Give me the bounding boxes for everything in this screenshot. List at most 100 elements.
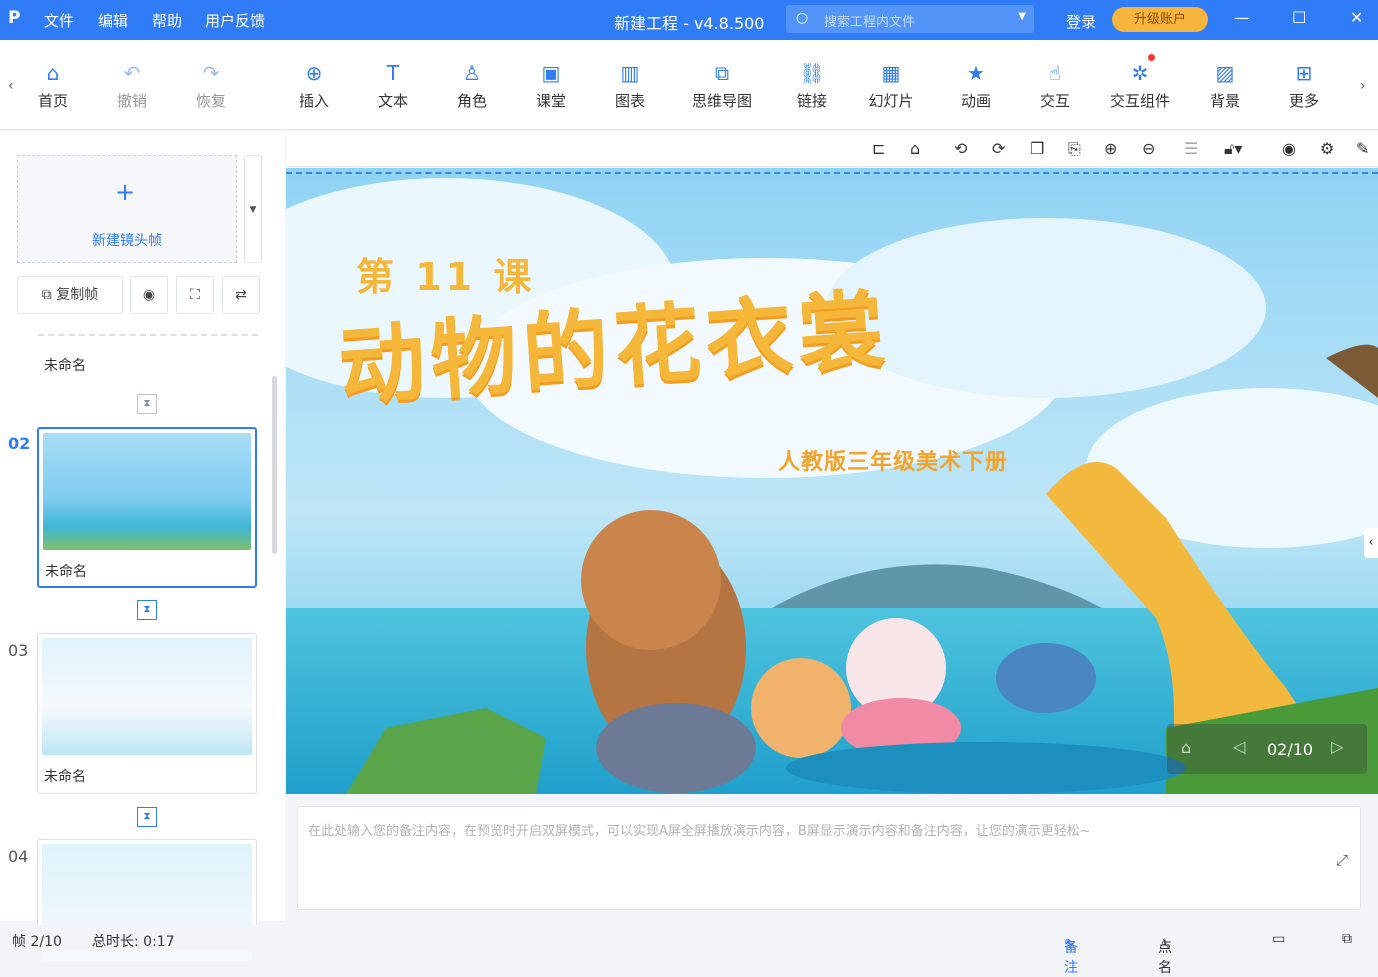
rotate-right-icon[interactable]: ⟳	[992, 139, 1005, 158]
minimize-icon[interactable]: —	[1234, 8, 1250, 27]
notes-placeholder: 在此处输入您的备注内容，在预览时开启双屏模式，可以实现A屏全屏播放演示内容，B屏…	[308, 824, 1091, 839]
frame-counter: 帧 2/10	[12, 934, 62, 950]
frame-thumbnail-4[interactable]	[37, 839, 257, 961]
paste-icon[interactable]: ⎘	[1068, 139, 1081, 159]
panel-scrollbar[interactable]	[272, 376, 277, 554]
home-button[interactable]: ⌂ 首页	[18, 60, 88, 111]
mindmap-button[interactable]: ⧉ 思维导图	[686, 60, 758, 111]
status-bar: 帧 2/10 总时长: 0:17 ✎ 备注 ♙ 点名 ▭ ⧉	[0, 925, 1378, 976]
total-duration: 总时长: 0:17	[92, 934, 175, 950]
menu-file[interactable]: 文件	[44, 10, 74, 31]
thumbnail-image	[42, 638, 252, 755]
swap-frame-button[interactable]: ⇄	[222, 276, 260, 314]
new-frame-button[interactable]: + 新建镜头帧	[17, 155, 237, 263]
prev-slide-icon[interactable]: ◁	[1233, 737, 1245, 756]
frame-name: 未命名	[44, 358, 86, 374]
add-frame-icon: +	[114, 178, 136, 206]
swap-icon: ⇄	[235, 287, 247, 303]
edit-icon[interactable]: ✎	[1356, 139, 1369, 158]
present-icon[interactable]: ▭	[1272, 931, 1285, 947]
window-mode-icon[interactable]: ⧉	[1342, 931, 1352, 947]
menu-help[interactable]: 帮助	[152, 10, 182, 31]
frame-border	[286, 172, 1378, 174]
frame-number: 02	[8, 434, 31, 453]
toolbar-scroll-right-icon[interactable]: ›	[1360, 78, 1366, 94]
menu-edit[interactable]: 编辑	[98, 10, 128, 31]
slide-counter: 02/10	[1267, 740, 1314, 759]
upgrade-button[interactable]: 升级账户	[1112, 7, 1208, 32]
role-button[interactable]: ♙ 角色	[437, 60, 507, 111]
search-box[interactable]: ○ 搜索工程内文件 ▼	[786, 5, 1034, 33]
next-slide-icon[interactable]: ▷	[1331, 737, 1343, 756]
slide-button[interactable]: ▦ 幻灯片	[856, 60, 926, 111]
interaction-button[interactable]: ☝ 交互	[1020, 60, 1090, 111]
link-button[interactable]: ⛓ 链接	[777, 60, 847, 111]
slide-canvas[interactable]: 第 11 课 动物的花衣裳 人教版三年级美术下册 ‹	[286, 168, 1378, 794]
menu-feedback[interactable]: 用户反馈	[205, 10, 265, 31]
thumbnail-image	[43, 433, 251, 550]
camera-button[interactable]: ◉	[130, 276, 168, 314]
home-icon[interactable]: ⌂	[1181, 738, 1191, 757]
component-icon: ✲	[1131, 61, 1149, 85]
camera-icon: ◉	[142, 287, 156, 303]
zoom-in-icon[interactable]: ⊕	[1104, 139, 1117, 158]
copy-frame-button[interactable]: ⧉ 复制帧	[17, 276, 123, 314]
fit-frame-button[interactable]: ⛶	[176, 276, 214, 314]
maximize-icon[interactable]: ☐	[1292, 8, 1306, 27]
chart-icon: ▥	[620, 61, 640, 85]
transition-icon[interactable]: ⧗	[137, 600, 157, 620]
copy-icon: ⧉	[41, 287, 57, 303]
search-input[interactable]: 搜索工程内文件	[824, 11, 915, 30]
classroom-icon: ▣	[541, 61, 561, 85]
ruler-icon[interactable]: ⊏	[872, 139, 885, 158]
undo-icon: ↶	[123, 61, 141, 85]
align-icon[interactable]: ☰	[1184, 139, 1198, 158]
main-toolbar: ‹ ⌂ 首页 ↶ 撤销 ↷ 恢复 ⊕ 插入 T 文本 ♙ 角色 ▣ 课堂 ▥ 图表 ⧉ 思维导图 …	[0, 40, 1378, 130]
component-button[interactable]: ✲ 交互组件	[1100, 60, 1180, 111]
home-view-icon[interactable]: ⌂	[910, 139, 920, 158]
notes-field[interactable]: 在此处输入您的备注内容，在预览时开启双屏模式，可以实现A屏全屏播放演示内容，B屏…	[297, 806, 1361, 910]
notification-dot	[1148, 54, 1155, 61]
screenshot-icon[interactable]: ◉	[1282, 139, 1296, 158]
animation-button[interactable]: ★ 动画	[941, 60, 1011, 111]
background-button[interactable]: ▨ 背景	[1190, 60, 1260, 111]
transition-icon[interactable]: ⧗	[137, 394, 157, 414]
frame-thumbnail-3[interactable]: 未命名	[37, 633, 257, 794]
classroom-button[interactable]: ▣ 课堂	[516, 60, 586, 111]
frame-thumbnail-2[interactable]: 未命名	[37, 427, 257, 588]
redo-button[interactable]: ↷ 恢复	[176, 60, 246, 111]
text-button[interactable]: T 文本	[358, 60, 428, 111]
frames-panel: + 新建镜头帧 ▼ ⧉ 复制帧 ◉ ⛶ ⇄ 未命名 ⧗ 02 未命名 ⧗ 03 …	[0, 131, 285, 961]
transition-icon[interactable]: ⧗	[137, 807, 157, 827]
search-icon: ○	[796, 10, 809, 26]
slide-navigator: ⌂ ◁ 02/10 ▷	[1167, 724, 1367, 774]
login-button[interactable]: 登录	[1066, 11, 1096, 32]
chart-button[interactable]: ▥ 图表	[595, 60, 665, 111]
divider	[38, 334, 258, 336]
interaction-icon: ☝	[1048, 61, 1062, 85]
rotate-left-icon[interactable]: ⟲	[954, 139, 967, 158]
home-icon: ⌂	[46, 61, 60, 85]
settings-icon[interactable]: ⚙	[1320, 139, 1334, 158]
undo-button[interactable]: ↶ 撤销	[97, 60, 167, 111]
expand-right-icon[interactable]: ‹	[1364, 528, 1378, 558]
text-icon: T	[386, 61, 400, 85]
title-bar: P 文件 编辑 帮助 用户反馈 新建工程 - v4.8.500 ○ 搜索工程内文…	[0, 0, 1378, 40]
link-icon: ⛓	[799, 61, 825, 85]
more-icon: ⊞	[1295, 61, 1313, 85]
role-icon: ♙	[463, 61, 481, 85]
insert-button[interactable]: ⊕ 插入	[279, 60, 349, 111]
close-icon[interactable]: ✕	[1350, 8, 1363, 27]
toolbar-scroll-left-icon[interactable]: ‹	[8, 78, 14, 94]
frame-number: 04	[8, 847, 29, 866]
more-button[interactable]: ⊞ 更多	[1269, 60, 1339, 111]
chevron-down-icon[interactable]: ▼	[1018, 11, 1026, 22]
window-title: 新建工程 - v4.8.500	[614, 14, 765, 33]
redo-icon: ↷	[202, 61, 220, 85]
background-icon: ▨	[1215, 61, 1235, 85]
new-frame-dropdown[interactable]: ▼	[244, 155, 262, 263]
zoom-out-icon[interactable]: ⊖	[1142, 139, 1155, 158]
lock-icon[interactable]: 🔓︎▾	[1224, 139, 1242, 159]
copy-icon[interactable]: ❐	[1030, 139, 1044, 158]
expand-icon[interactable]: ⤢	[1336, 851, 1348, 869]
